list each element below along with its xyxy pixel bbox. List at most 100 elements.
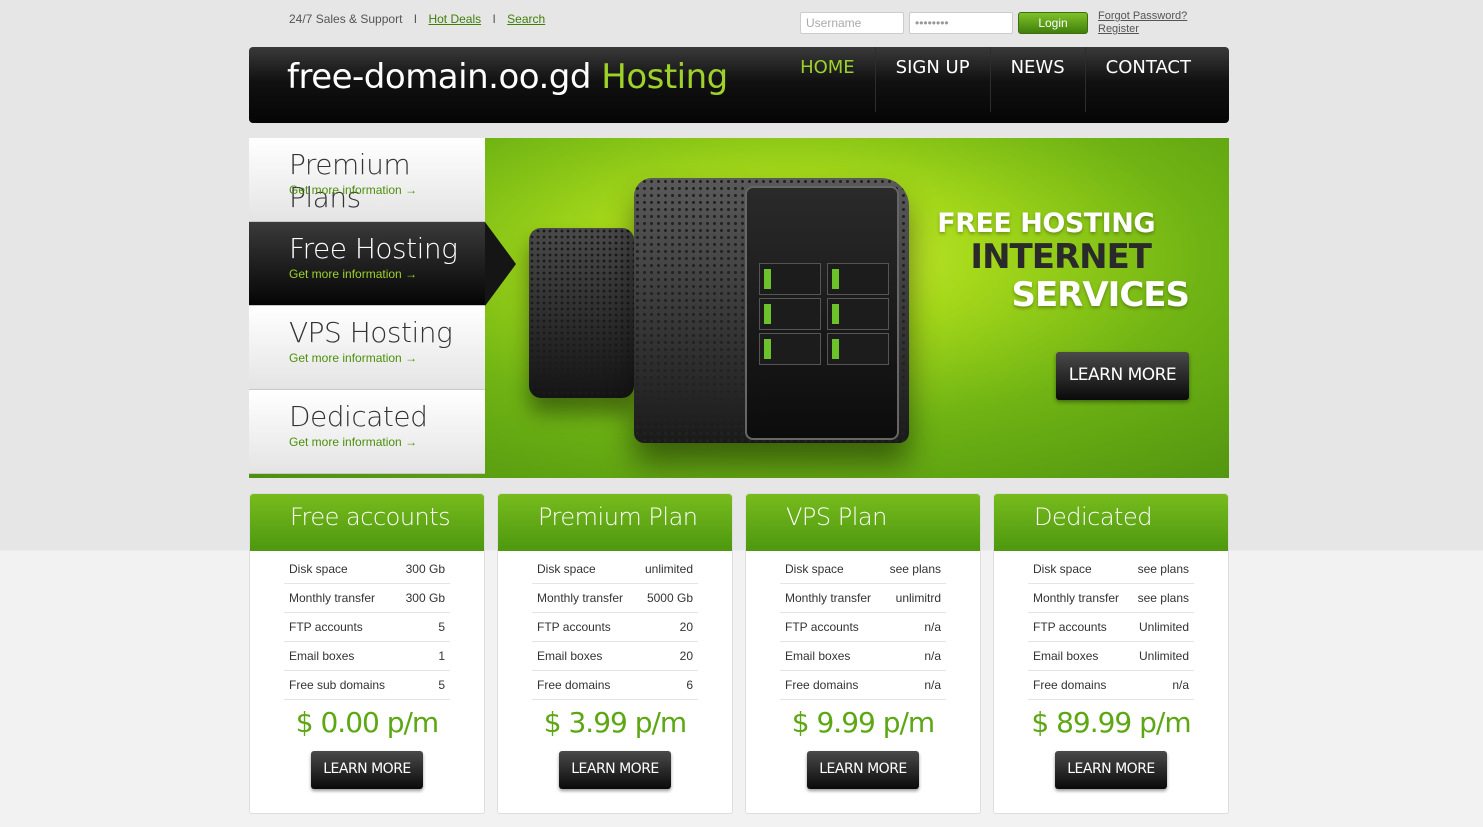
plan-learn-more-button[interactable]: LEARN MORE — [1055, 751, 1167, 789]
feature-row: Free domains n/a — [780, 671, 946, 700]
side-tab-title: Premium Plans — [289, 148, 411, 214]
nav-sign-up[interactable]: SIGN UP — [874, 47, 990, 112]
plan-learn-more-button[interactable]: LEARN MORE — [559, 751, 671, 789]
feature-value: n/a — [1172, 678, 1189, 692]
password-input[interactable] — [909, 12, 1013, 34]
feature-value: 5000 Gb — [646, 591, 693, 605]
forgot-password-link[interactable]: Forgot Password? — [1098, 10, 1187, 23]
plan-learn-more-button[interactable]: LEARN MORE — [311, 751, 423, 789]
feature-row: Monthly transfer 300 Gb — [284, 584, 450, 613]
feature-label: Monthly transfer — [785, 591, 872, 605]
arrow-right-icon: → — [405, 267, 418, 281]
feature-label: Monthly transfer — [1033, 591, 1120, 605]
side-tab-title: VPS Hosting — [289, 316, 453, 349]
drive-bay — [759, 263, 821, 295]
plan-card-vps: VPS Plan Disk space see plans Monthly tra… — [745, 493, 981, 814]
feature-value: 300 Gb — [405, 591, 445, 605]
feature-value: 1 — [438, 649, 445, 663]
plan-title: Dedicated — [994, 494, 1228, 551]
hot-deals-link[interactable]: Hot Deals — [428, 12, 481, 26]
plan-price: $ 3.99 p/m — [543, 706, 687, 739]
nav-contact[interactable]: CONTACT — [1084, 47, 1211, 112]
plan-title: VPS Plan — [746, 494, 980, 551]
get-more-info-link[interactable]: Get more information → — [289, 267, 417, 281]
nav-home-label[interactable]: HOME — [800, 57, 855, 78]
feature-label: Email boxes — [785, 649, 851, 663]
banner-side-tabs: Premium Plans Get more information → Fre… — [249, 138, 516, 474]
site-logo[interactable]: free-domain.oo.gd Hosting — [287, 57, 728, 97]
login-form: Login Forgot Password? Register — [800, 10, 1187, 36]
feature-row: Email boxes 20 — [532, 642, 698, 671]
get-more-info-link[interactable]: Get more information → — [289, 435, 417, 449]
support-text: 24/7 Sales & Support — [289, 12, 403, 26]
login-button[interactable]: Login — [1018, 12, 1088, 34]
banner-learn-more-button[interactable]: LEARN MORE — [1056, 352, 1189, 400]
nav-news-label[interactable]: NEWS — [1011, 57, 1065, 78]
feature-value: 6 — [686, 678, 693, 692]
feature-row: Monthly transfer 5000 Gb — [532, 584, 698, 613]
more-label: Get more information — [289, 267, 402, 281]
plan-card-free: Free accounts Disk space 300 Gb Monthly t… — [249, 493, 485, 814]
feature-row: Email boxes n/a — [780, 642, 946, 671]
logo-main: free-domain.oo.gd — [287, 57, 591, 97]
more-label: Get more information — [289, 435, 402, 449]
separator: I — [492, 12, 496, 26]
feature-row: Disk space unlimited — [532, 555, 698, 584]
search-link[interactable]: Search — [507, 12, 545, 26]
feature-label: Disk space — [537, 562, 596, 576]
get-more-info-link[interactable]: Get more information → — [289, 351, 417, 365]
feature-value: unlimitrd — [895, 591, 941, 605]
feature-label: Email boxes — [289, 649, 355, 663]
nav-home[interactable]: HOME — [780, 47, 875, 112]
login-links: Forgot Password? Register — [1098, 10, 1187, 36]
register-link[interactable]: Register — [1098, 23, 1187, 36]
plan-features: Disk space see plans Monthly transfer see … — [1028, 555, 1194, 700]
nav-news[interactable]: NEWS — [989, 47, 1085, 112]
feature-label: Disk space — [1033, 562, 1092, 576]
side-tab-vps-hosting[interactable]: VPS Hosting Get more information → — [249, 306, 485, 390]
plan-learn-more-button[interactable]: LEARN MORE — [807, 751, 919, 789]
feature-value: Unlimited — [1138, 649, 1189, 663]
plan-price: $ 89.99 p/m — [1031, 706, 1191, 739]
feature-row: Disk space see plans — [1028, 555, 1194, 584]
feature-row: FTP accounts Unlimited — [1028, 613, 1194, 642]
nav-contact-label[interactable]: CONTACT — [1106, 57, 1191, 78]
feature-row: Free domains n/a — [1028, 671, 1194, 700]
plan-features: Disk space 300 Gb Monthly transfer 300 Gb … — [284, 555, 450, 700]
side-tab-dedicated[interactable]: Dedicated Get more information → — [249, 390, 485, 474]
feature-label: Disk space — [785, 562, 844, 576]
feature-row: Free sub domains 5 — [284, 671, 450, 700]
feature-label: Free domains — [1033, 678, 1107, 692]
feature-label: Email boxes — [1033, 649, 1099, 663]
promo-line-3: SERVICES — [1011, 275, 1190, 315]
feature-value: 20 — [679, 620, 693, 634]
arrow-right-icon: → — [405, 183, 418, 197]
drive-bay — [827, 333, 889, 365]
feature-row: Disk space see plans — [780, 555, 946, 584]
side-tab-premium-plans[interactable]: Premium Plans Get more information → — [249, 138, 485, 222]
arrow-right-icon: → — [405, 351, 418, 365]
feature-row: Email boxes 1 — [284, 642, 450, 671]
feature-row: FTP accounts 20 — [532, 613, 698, 642]
feature-row: Free domains 6 — [532, 671, 698, 700]
hero-banner: Premium Plans Get more information → Fre… — [249, 138, 1229, 478]
feature-row: Disk space 300 Gb — [284, 555, 450, 584]
feature-label: FTP accounts — [785, 620, 859, 634]
nav-sign-up-label[interactable]: SIGN UP — [896, 57, 970, 78]
feature-value: 20 — [679, 649, 693, 663]
plan-features: Disk space unlimited Monthly transfer 5000… — [532, 555, 698, 700]
feature-value: see plans — [1137, 562, 1189, 576]
username-input[interactable] — [800, 12, 904, 34]
plan-title: Free accounts — [250, 494, 484, 551]
feature-label: Monthly transfer — [537, 591, 624, 605]
feature-value: 300 Gb — [405, 562, 445, 576]
more-label: Get more information — [289, 351, 402, 365]
drive-bay — [759, 298, 821, 330]
feature-value: n/a — [924, 620, 941, 634]
side-tab-free-hosting[interactable]: Free Hosting Get more information → — [249, 222, 516, 306]
feature-row: Email boxes Unlimited — [1028, 642, 1194, 671]
get-more-info-link[interactable]: Get more information → — [289, 183, 417, 197]
side-tab-title: Dedicated — [289, 400, 428, 433]
feature-value: 5 — [438, 620, 445, 634]
feature-label: Free domains — [785, 678, 859, 692]
